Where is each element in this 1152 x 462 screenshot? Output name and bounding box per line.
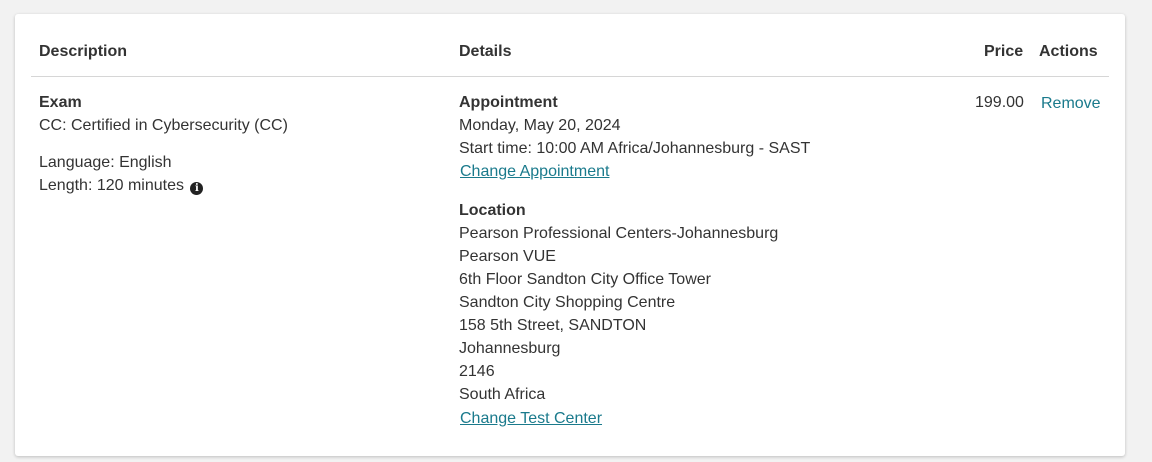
location-line: 158 5th Street, SANDTON [459,317,647,334]
remove-button[interactable]: Remove [1041,92,1101,115]
actions-cell: Remove [1041,92,1101,115]
location-line: Sandton City Shopping Centre [459,294,676,311]
appointment-heading: Appointment [459,94,558,111]
location-line: 2146 [459,363,495,380]
cart-card: Description Details Price Actions Exam C… [15,14,1125,456]
exam-type-label: Exam [39,94,82,111]
location-line: Pearson Professional Centers-Johannesbur… [459,225,779,242]
price-cell: 199.00 [975,91,1024,114]
location-heading: Location [459,202,526,219]
header-description: Description [39,43,128,60]
location-line: Johannesburg [459,340,561,357]
price-value: 199.00 [975,94,1024,111]
exam-length: Length: 120 minutes [39,177,184,194]
header-price: Price [984,43,1024,60]
change-test-center-link[interactable]: Change Test Center [459,410,602,427]
exam-name: CC: Certified in Cybersecurity (CC) [39,117,288,134]
exam-length-row: Length: 120 minutes i [39,174,288,197]
header-actions: Actions [1039,43,1098,60]
info-circle-icon[interactable]: i [190,182,204,195]
location-line: South Africa [459,386,546,403]
appointment-date: Monday, May 20, 2024 [459,117,621,134]
details-cell: Appointment Monday, May 20, 2024 Start t… [459,91,810,430]
location-line: 6th Floor Sandton City Office Tower [459,271,711,288]
description-cell: Exam CC: Certified in Cybersecurity (CC)… [39,91,288,197]
header-details: Details [459,43,512,60]
exam-language: Language: English [39,154,172,171]
appointment-start-time: Start time: 10:00 AM Africa/Johannesburg… [459,140,811,157]
change-appointment-link[interactable]: Change Appointment [459,163,609,180]
location-line: Pearson VUE [459,248,556,265]
header-divider [31,76,1109,77]
